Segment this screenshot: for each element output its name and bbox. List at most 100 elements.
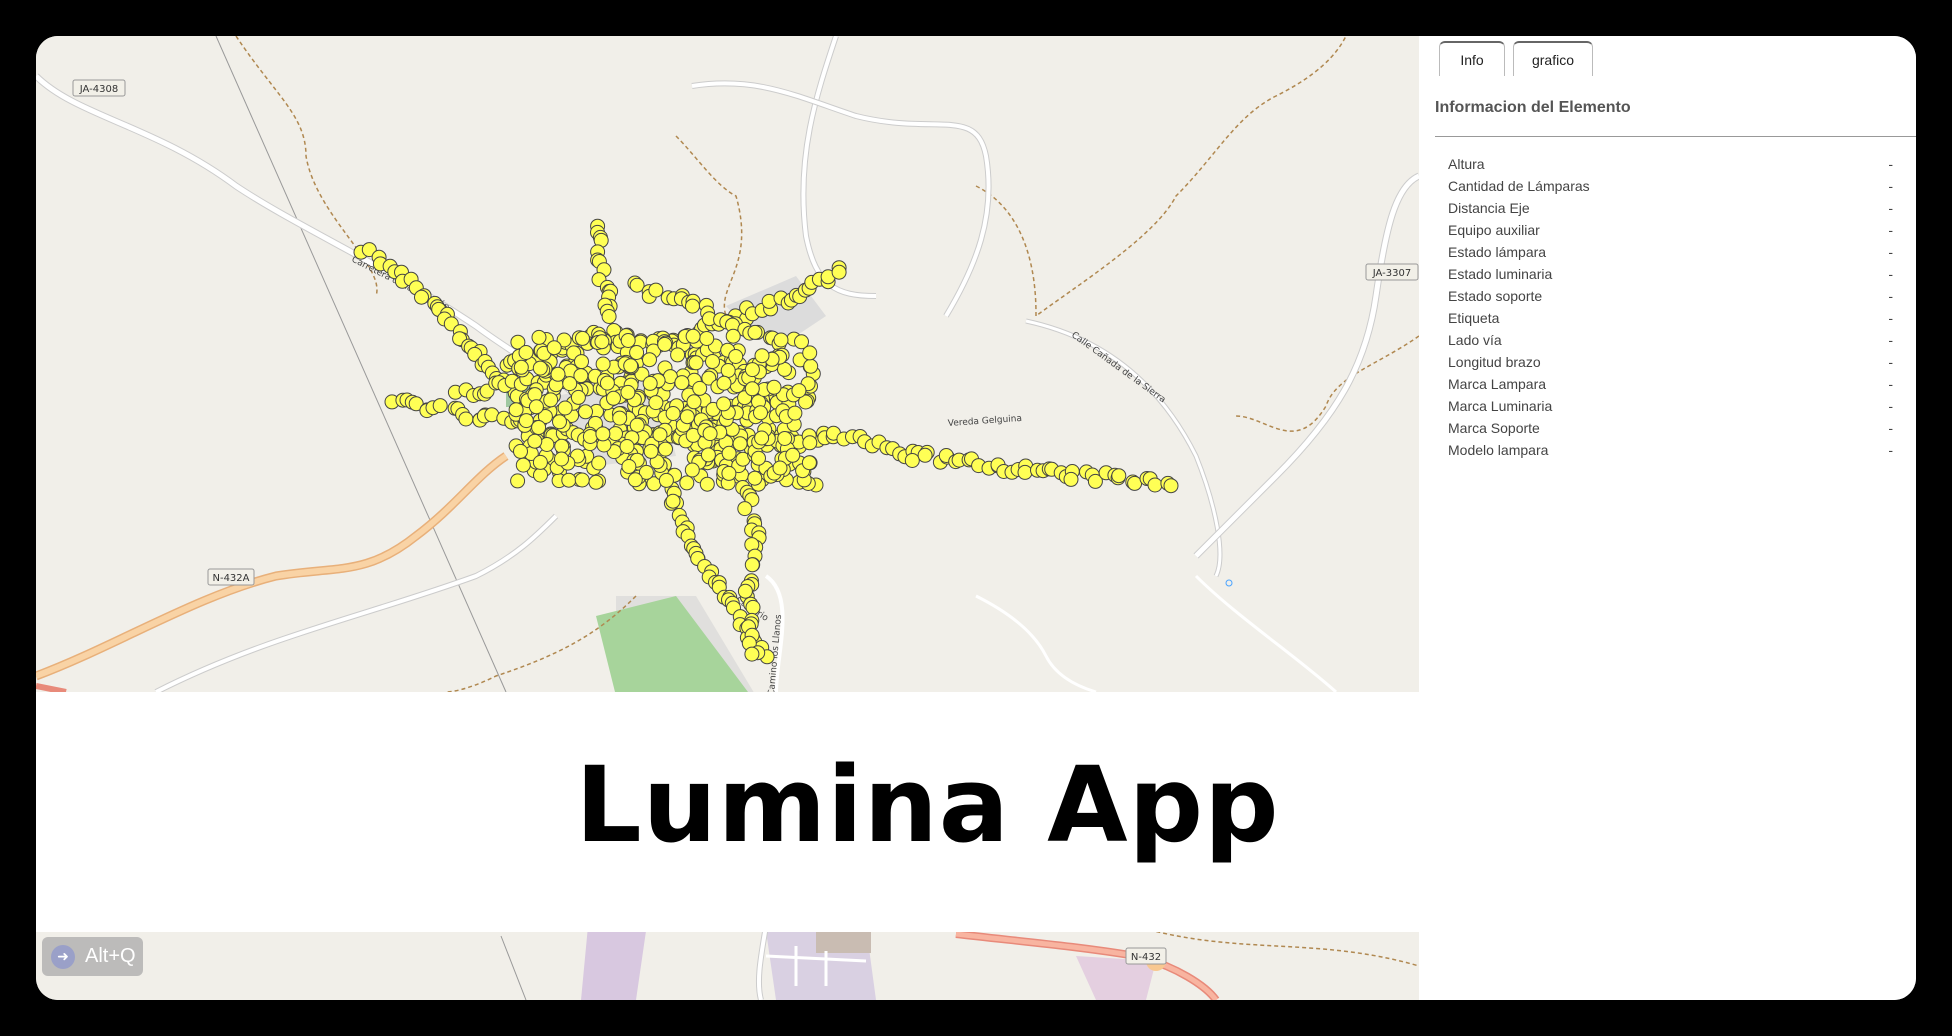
lamp-marker[interactable] xyxy=(518,345,534,360)
lamp-marker[interactable] xyxy=(612,410,628,426)
lamp-marker[interactable] xyxy=(753,405,768,421)
lamp-marker[interactable] xyxy=(574,472,590,488)
lamp-marker[interactable] xyxy=(737,583,753,599)
lamp-marker[interactable] xyxy=(773,332,789,348)
lamp-marker[interactable] xyxy=(620,384,636,400)
lamp-marker[interactable] xyxy=(619,439,635,454)
lamp-marker[interactable] xyxy=(754,348,770,364)
lamp-marker[interactable] xyxy=(766,379,782,395)
lamp-marker[interactable] xyxy=(1063,471,1079,487)
lamp-marker[interactable] xyxy=(591,455,607,471)
lamp-marker[interactable] xyxy=(685,298,700,314)
lamp-marker[interactable] xyxy=(458,411,474,427)
lamp-marker[interactable] xyxy=(513,443,528,459)
lamp-marker[interactable] xyxy=(414,289,429,305)
tab-grafico[interactable]: grafico xyxy=(1513,41,1593,76)
lamp-marker[interactable] xyxy=(621,459,637,474)
lamp-marker[interactable] xyxy=(510,473,526,489)
lamp-marker[interactable] xyxy=(747,324,763,340)
lamp-marker[interactable] xyxy=(595,426,611,442)
lamp-marker[interactable] xyxy=(1111,468,1127,484)
lamp-marker[interactable] xyxy=(744,381,760,397)
lamp-marker[interactable] xyxy=(716,396,732,412)
lamp-marker[interactable] xyxy=(595,356,611,372)
lamp-marker[interactable] xyxy=(702,426,718,442)
lamp-marker[interactable] xyxy=(772,460,788,476)
lamp-marker[interactable] xyxy=(791,383,807,399)
lamp-marker[interactable] xyxy=(716,375,732,391)
lamp-marker[interactable] xyxy=(801,455,817,471)
lamp-marker[interactable] xyxy=(705,354,720,369)
location-marker[interactable] xyxy=(1225,579,1233,587)
lamp-marker[interactable] xyxy=(642,375,658,391)
lamp-marker[interactable] xyxy=(737,501,753,517)
lamp-marker[interactable] xyxy=(745,599,761,615)
lamp-marker[interactable] xyxy=(562,376,578,392)
lamp-marker[interactable] xyxy=(532,360,548,376)
lamp-marker[interactable] xyxy=(620,333,636,348)
lamp-marker[interactable] xyxy=(629,345,645,360)
lamp-marker[interactable] xyxy=(550,366,566,382)
lamp-marker[interactable] xyxy=(692,380,708,396)
lamp-marker[interactable] xyxy=(802,435,818,451)
lamp-marker[interactable] xyxy=(904,453,920,468)
lamp-marker[interactable] xyxy=(665,493,681,509)
lamp-marker[interactable] xyxy=(627,472,643,488)
lamp-marker[interactable] xyxy=(747,470,763,486)
lamp-marker[interactable] xyxy=(658,441,673,457)
lamp-marker[interactable] xyxy=(575,330,590,346)
lamp-marker[interactable] xyxy=(513,359,529,375)
lamp-marker[interactable] xyxy=(744,362,760,378)
lamp-marker[interactable] xyxy=(744,557,760,573)
lamp-marker[interactable] xyxy=(721,445,737,461)
lamp-marker[interactable] xyxy=(751,450,766,466)
lamp-marker[interactable] xyxy=(643,443,659,459)
lamp-marker[interactable] xyxy=(684,462,700,478)
lamp-marker[interactable] xyxy=(699,476,715,492)
lamp-marker[interactable] xyxy=(720,363,736,378)
lamp-marker[interactable] xyxy=(546,340,562,356)
lamp-marker[interactable] xyxy=(688,355,704,371)
lamp-marker[interactable] xyxy=(432,398,448,414)
lamp-marker[interactable] xyxy=(518,413,534,429)
lamp-marker[interactable] xyxy=(670,347,686,363)
lamp-marker[interactable] xyxy=(554,438,570,454)
lamp-marker[interactable] xyxy=(721,465,737,481)
lamp-marker[interactable] xyxy=(1147,477,1163,493)
lamp-marker[interactable] xyxy=(561,472,577,488)
lamp-marker[interactable] xyxy=(606,390,621,406)
lamp-marker[interactable] xyxy=(623,358,639,374)
lamp-marker[interactable] xyxy=(728,349,744,364)
lamp-marker[interactable] xyxy=(648,282,664,298)
lamp-marker[interactable] xyxy=(725,328,741,344)
lamp-marker[interactable] xyxy=(803,358,819,374)
tab-info[interactable]: Info xyxy=(1439,41,1505,76)
lamp-marker[interactable] xyxy=(657,336,673,352)
lamp-marker[interactable] xyxy=(679,409,695,425)
lamp-marker[interactable] xyxy=(552,414,567,430)
shortcut-hint[interactable]: ➜ Alt+Q xyxy=(42,937,143,976)
lamp-marker[interactable] xyxy=(531,420,547,435)
lamp-marker-layer[interactable] xyxy=(353,218,1179,665)
lamp-marker[interactable] xyxy=(831,264,847,280)
lamp-marker[interactable] xyxy=(679,475,695,491)
lamp-marker[interactable] xyxy=(917,447,933,463)
lamp-marker[interactable] xyxy=(570,389,586,405)
lamp-marker[interactable] xyxy=(629,417,645,433)
lamp-marker[interactable] xyxy=(531,329,547,345)
lamp-marker[interactable] xyxy=(652,427,668,443)
lamp-marker[interactable] xyxy=(543,392,559,408)
lamp-marker[interactable] xyxy=(608,426,623,442)
lamp-marker[interactable] xyxy=(699,331,715,346)
lamp-marker[interactable] xyxy=(1163,478,1179,494)
lamp-marker[interactable] xyxy=(787,405,803,421)
lamp-marker[interactable] xyxy=(642,352,657,368)
lamp-marker[interactable] xyxy=(594,334,610,350)
lamp-marker[interactable] xyxy=(732,436,748,452)
lamp-marker[interactable] xyxy=(599,375,615,391)
lamp-marker[interactable] xyxy=(685,328,701,344)
lamp-marker[interactable] xyxy=(574,354,589,370)
lamp-marker[interactable] xyxy=(1017,464,1033,480)
lamp-marker[interactable] xyxy=(528,399,544,415)
lamp-marker[interactable] xyxy=(754,430,770,446)
